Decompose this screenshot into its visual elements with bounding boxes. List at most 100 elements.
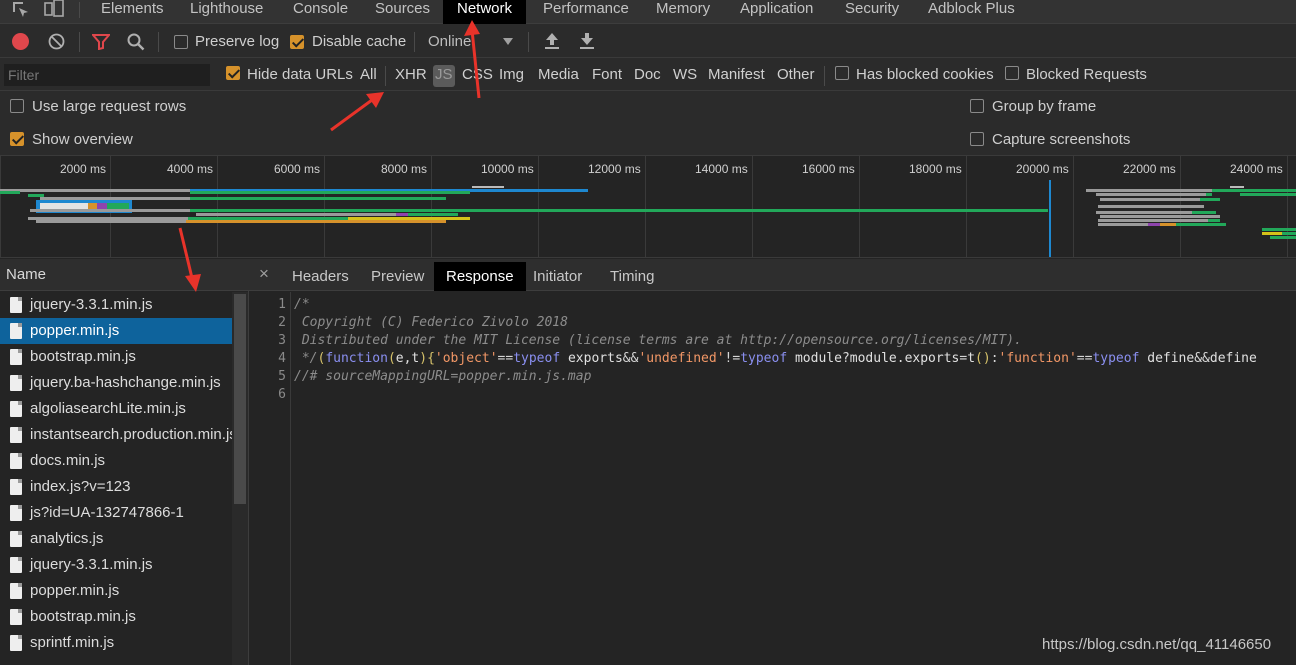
- request-row[interactable]: instantsearch.production.min.js: [0, 422, 232, 448]
- code-line: Distributed under the MIT License (licen…: [294, 333, 1022, 348]
- file-icon: [10, 349, 22, 365]
- request-list-scrollbar[interactable]: [232, 292, 248, 665]
- line-number: 6: [278, 387, 286, 402]
- code-line: */(function(e,t){'object'==typeof export…: [294, 350, 1257, 368]
- chevron-down-icon[interactable]: [503, 38, 513, 45]
- file-icon: [10, 609, 22, 625]
- hide-data-urls-checkbox[interactable]: [226, 66, 240, 80]
- preserve-log-label: Preserve log: [195, 33, 280, 50]
- settings-pane: Use large request rows Show overview Gro…: [0, 91, 1296, 156]
- request-name: jquery-3.3.1.min.js: [30, 556, 153, 573]
- type-filter-manifest[interactable]: Manifest: [706, 65, 767, 87]
- preserve-log-checkbox[interactable]: [174, 35, 188, 49]
- code-line: /*: [294, 297, 310, 312]
- blocked-requests-label: Blocked Requests: [1026, 66, 1147, 83]
- request-row[interactable]: sprintf.min.js: [0, 630, 232, 656]
- tab-security[interactable]: Security: [831, 0, 913, 24]
- type-filter-doc[interactable]: Doc: [632, 65, 663, 87]
- scrollbar-thumb[interactable]: [234, 294, 246, 504]
- type-filter-img[interactable]: Img: [497, 65, 526, 87]
- large-rows-checkbox[interactable]: [10, 99, 24, 113]
- code-line: Copyright (C) Federico Zivolo 2018: [294, 315, 568, 330]
- file-icon: [10, 479, 22, 495]
- line-number: 1: [278, 297, 286, 312]
- tab-lighthouse[interactable]: Lighthouse: [176, 0, 277, 24]
- request-row[interactable]: bootstrap.min.js: [0, 344, 232, 370]
- import-har-icon[interactable]: [544, 32, 560, 54]
- request-row[interactable]: docs.min.js: [0, 448, 232, 474]
- tab-application[interactable]: Application: [726, 0, 827, 24]
- code-comment: */: [294, 351, 318, 366]
- file-icon: [10, 505, 22, 521]
- request-row[interactable]: popper.min.js: [0, 318, 232, 344]
- clear-icon[interactable]: [48, 33, 65, 54]
- tab-memory[interactable]: Memory: [642, 0, 724, 24]
- tab-preview[interactable]: Preview: [359, 262, 436, 291]
- request-name: js?id=UA-132747866-1: [30, 504, 184, 521]
- type-filter-js[interactable]: JS: [433, 65, 455, 87]
- has-blocked-cookies-checkbox[interactable]: [835, 66, 849, 80]
- tab-initiator[interactable]: Initiator: [521, 262, 594, 291]
- show-overview-label: Show overview: [32, 131, 133, 148]
- request-row[interactable]: index.js?v=123: [0, 474, 232, 500]
- type-filter-xhr[interactable]: XHR: [393, 65, 429, 87]
- record-icon[interactable]: [12, 33, 29, 50]
- request-detail-pane: × Headers Preview Response Initiator Tim…: [249, 259, 1296, 665]
- tab-timing[interactable]: Timing: [598, 262, 666, 291]
- request-row[interactable]: popper.min.js: [0, 578, 232, 604]
- name-column-header[interactable]: Name: [0, 259, 249, 291]
- line-number: 2: [278, 315, 286, 330]
- request-name: jquery-3.3.1.min.js: [30, 296, 153, 313]
- file-icon: [10, 427, 22, 443]
- request-row[interactable]: jquery-3.3.1.min.js: [0, 552, 232, 578]
- tab-headers[interactable]: Headers: [280, 262, 361, 291]
- group-by-frame-checkbox[interactable]: [970, 99, 984, 113]
- type-filter-media[interactable]: Media: [536, 65, 581, 87]
- close-icon[interactable]: ×: [259, 264, 269, 284]
- type-filter-ws[interactable]: WS: [671, 65, 699, 87]
- has-blocked-cookies-label: Has blocked cookies: [856, 66, 994, 83]
- request-name: algoliasearchLite.min.js: [30, 400, 186, 417]
- capture-screenshots-label: Capture screenshots: [992, 131, 1131, 148]
- device-toolbar-icon[interactable]: [44, 0, 66, 20]
- file-icon: [10, 323, 22, 339]
- request-name: popper.min.js: [30, 582, 120, 599]
- search-icon[interactable]: [127, 33, 145, 55]
- tab-adblock-plus[interactable]: Adblock Plus: [914, 0, 1029, 24]
- export-har-icon[interactable]: [579, 32, 595, 54]
- line-number: 4: [278, 351, 286, 366]
- tab-performance[interactable]: Performance: [529, 0, 643, 24]
- capture-screenshots-checkbox[interactable]: [970, 132, 984, 146]
- code-text: (function(e,t){'object'==typeof exports&…: [317, 351, 1257, 366]
- show-overview-checkbox[interactable]: [10, 132, 24, 146]
- blocked-requests-checkbox[interactable]: [1005, 66, 1019, 80]
- network-toolbar: Preserve log Disable cache Online: [0, 24, 1296, 58]
- tab-elements[interactable]: Elements: [87, 0, 178, 24]
- filter-input[interactable]: [4, 64, 210, 86]
- request-row[interactable]: analytics.js: [0, 526, 232, 552]
- request-name: docs.min.js: [30, 452, 106, 469]
- filter-icon[interactable]: [90, 34, 112, 54]
- request-row[interactable]: jquery.ba-hashchange.min.js: [0, 370, 232, 396]
- request-row[interactable]: js?id=UA-132747866-1: [0, 500, 232, 526]
- watermark-text: https://blog.csdn.net/qq_41146650: [1042, 636, 1272, 653]
- disable-cache-checkbox[interactable]: [290, 35, 304, 49]
- line-number: 3: [278, 333, 286, 348]
- type-filter-font[interactable]: Font: [590, 65, 624, 87]
- tab-response[interactable]: Response: [434, 262, 526, 291]
- tab-sources[interactable]: Sources: [361, 0, 444, 24]
- type-filter-all[interactable]: All: [358, 65, 379, 87]
- line-number: 5: [278, 369, 286, 384]
- type-filter-other[interactable]: Other: [775, 65, 817, 87]
- response-code-viewer[interactable]: 1 2 3 4 5 6 /* Copyright (C) Federico Zi…: [249, 292, 1296, 665]
- inspect-element-icon[interactable]: [11, 0, 31, 20]
- file-icon: [10, 453, 22, 469]
- tab-console[interactable]: Console: [279, 0, 362, 24]
- annotation-arrow: [464, 20, 481, 99]
- file-icon: [10, 401, 22, 417]
- request-row[interactable]: algoliasearchLite.min.js: [0, 396, 232, 422]
- request-row[interactable]: bootstrap.min.js: [0, 604, 232, 630]
- file-icon: [10, 583, 22, 599]
- annotation-arrow: [178, 227, 201, 292]
